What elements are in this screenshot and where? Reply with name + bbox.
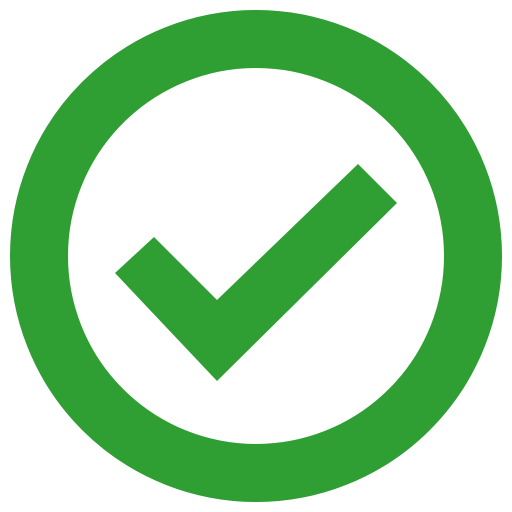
icon-canvas (0, 0, 512, 512)
checkmark-icon (115, 164, 397, 381)
check-circle-icon (0, 0, 512, 512)
check-circle-svg (10, 10, 502, 502)
ring-outline (10, 10, 502, 502)
